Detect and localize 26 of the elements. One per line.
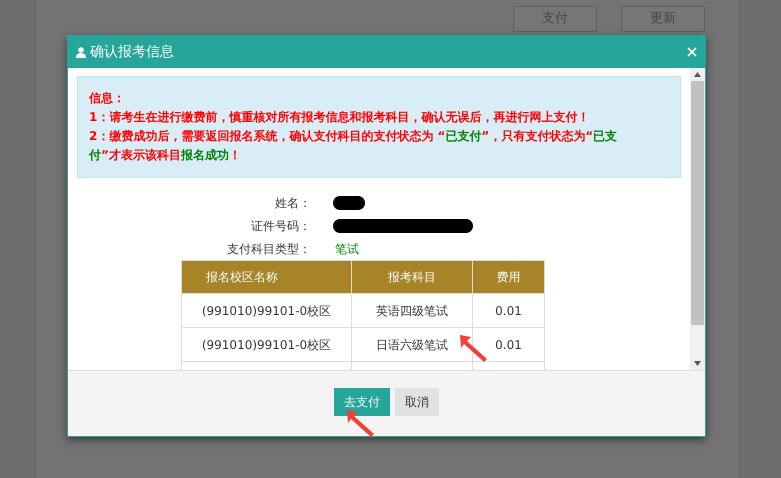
notice-text: 2：缴费成功后，需要返回报名系统，确认支付科目的支付状态为 “已支付”，只有支付状态为“已支付”才表示该科目报名成功！: [89, 128, 618, 164]
column-header: 费用: [472, 260, 544, 294]
table-cell: (991010)99101-0校区: [182, 328, 352, 362]
annotation-arrow: [458, 333, 490, 363]
redaction-mark: [333, 196, 365, 210]
scroll-down-icon[interactable]: [694, 361, 701, 366]
close-icon: [687, 47, 697, 57]
column-header: 报考科目: [352, 260, 472, 294]
dialog-button[interactable]: 取消: [395, 388, 439, 416]
annotation-arrow: [345, 408, 377, 438]
table-cell: 英语四级笔试: [352, 294, 472, 328]
close-button[interactable]: [687, 47, 697, 57]
field-label: 支付科目类型：: [226, 241, 311, 258]
table-cell: (991010)99101-0校区: [182, 294, 352, 328]
scrollbar-thumb[interactable]: [691, 81, 704, 325]
field-value: 笔试: [335, 241, 359, 258]
scroll-up-icon[interactable]: [694, 72, 701, 77]
dialog-button[interactable]: 去支付: [334, 388, 390, 416]
notice-text: 1：请考生在进行缴费前，慎重核对所有报考信息和报考科目，确认无误后，再进行网上支付！: [89, 109, 590, 126]
notice-heading: 信息：: [89, 90, 125, 107]
table-cell: 0.01: [472, 294, 544, 328]
column-header: 报名校区名称: [182, 260, 352, 294]
user-icon: [76, 46, 86, 58]
dialog-title: 确认报考信息: [90, 42, 174, 62]
field-label: 姓名：: [274, 195, 311, 212]
field-label: 证件号码：: [250, 218, 311, 235]
